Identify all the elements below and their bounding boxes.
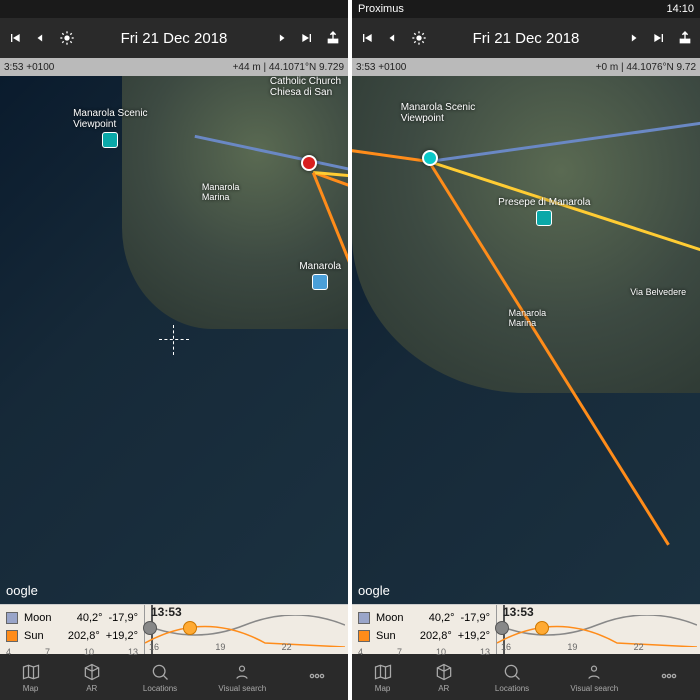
timeline[interactable]: 13:53 161922 <box>497 605 700 654</box>
date-label[interactable]: Fri 21 Dec 2018 <box>84 30 264 47</box>
bottom-nav: Map AR Locations Visual search <box>0 654 348 700</box>
coords: +44 m | 44.1071°N 9.729 <box>233 62 344 73</box>
map-view[interactable]: Manarola Scenic Viewpoint Presepe di Man… <box>352 76 700 604</box>
poi-viewpoint[interactable]: Manarola Scenic Viewpoint <box>73 108 147 148</box>
left-screenshot: Fri 21 Dec 2018 3:53 +0100 +44 m | 44.10… <box>0 0 348 700</box>
nav-more[interactable] <box>307 666 327 688</box>
timeline-axis: 161922 <box>497 642 700 652</box>
status-bar <box>0 0 348 18</box>
legend: Moon 40,2° -17,9° Sun 202,8° +19,2° 4710… <box>352 605 497 654</box>
skip-prev-button[interactable] <box>358 29 376 47</box>
nav-ar[interactable]: AR <box>82 662 102 693</box>
crosshair-icon <box>159 325 189 355</box>
poi-marina[interactable]: Manarola Marina <box>202 182 240 202</box>
sun-dot-icon <box>535 621 549 635</box>
ephemeris-panel: Moon 40,2° -17,9° Sun 202,8° +19,2° 4710… <box>352 604 700 654</box>
coord-bar: 3:53 +0100 +0 m | 44.1076°N 9.72 <box>352 58 700 76</box>
date-nav-bar: Fri 21 Dec 2018 <box>0 18 348 58</box>
nav-visual-search[interactable]: Visual search <box>570 662 618 693</box>
prev-button[interactable] <box>32 29 50 47</box>
timeline[interactable]: 13:53 161922 <box>145 605 348 654</box>
next-button[interactable] <box>624 29 642 47</box>
legend-moon: Moon 40,2° -17,9° <box>6 609 138 627</box>
poi-viewpoint[interactable]: Manarola Scenic Viewpoint <box>401 102 475 124</box>
clock-label: 14:10 <box>666 3 694 15</box>
nav-locations[interactable]: Locations <box>143 662 177 693</box>
moon-dot-icon <box>495 621 509 635</box>
nav-locations[interactable]: Locations <box>495 662 529 693</box>
nav-map[interactable]: Map <box>21 662 41 693</box>
date-label[interactable]: Fri 21 Dec 2018 <box>436 30 616 47</box>
nav-map[interactable]: Map <box>373 662 393 693</box>
time-tz: 3:53 +0100 <box>356 62 406 73</box>
poi-station[interactable]: Manarola <box>299 261 341 290</box>
bottom-nav: Map AR Locations Visual search <box>352 654 700 700</box>
poi-via[interactable]: Via Belvedere <box>630 287 686 297</box>
share-icon[interactable] <box>324 29 342 47</box>
map-view[interactable]: Manarola Scenic Viewpoint Catholic Churc… <box>0 76 348 604</box>
status-bar: Proximus 14:10 <box>352 0 700 18</box>
skip-next-button[interactable] <box>298 29 316 47</box>
timeline-axis: 161922 <box>145 642 348 652</box>
map-pin-teal[interactable] <box>422 150 438 166</box>
poi-presepe[interactable]: Presepe di Manarola <box>498 197 590 226</box>
poi-church[interactable]: Catholic Church Chiesa di San <box>270 76 341 98</box>
sun-icon <box>410 29 428 47</box>
moon-dot-icon <box>143 621 157 635</box>
sun-icon <box>58 29 76 47</box>
skip-prev-button[interactable] <box>6 29 24 47</box>
poi-marina[interactable]: Manarola Marina <box>509 308 547 328</box>
right-screenshot: Proximus 14:10 Fri 21 Dec 2018 3:53 +010… <box>352 0 700 700</box>
share-icon[interactable] <box>676 29 694 47</box>
skip-next-button[interactable] <box>650 29 668 47</box>
coord-bar: 3:53 +0100 +44 m | 44.1071°N 9.729 <box>0 58 348 76</box>
map-pin-red[interactable] <box>301 155 317 171</box>
coords: +0 m | 44.1076°N 9.72 <box>596 62 696 73</box>
google-logo: oogle <box>358 583 390 598</box>
carrier-label: Proximus <box>358 3 404 15</box>
sun-dot-icon <box>183 621 197 635</box>
time-tz: 3:53 +0100 <box>4 62 54 73</box>
nav-ar[interactable]: AR <box>434 662 454 693</box>
prev-button[interactable] <box>384 29 402 47</box>
google-logo: oogle <box>6 583 38 598</box>
date-nav-bar: Fri 21 Dec 2018 <box>352 18 700 58</box>
next-button[interactable] <box>272 29 290 47</box>
nav-visual-search[interactable]: Visual search <box>218 662 266 693</box>
legend-sun: Sun 202,8° +19,2° <box>358 627 490 645</box>
legend: Moon 40,2° -17,9° Sun 202,8° +19,2° 4710… <box>0 605 145 654</box>
ephemeris-panel: Moon 40,2° -17,9° Sun 202,8° +19,2° 4710… <box>0 604 348 654</box>
nav-more[interactable] <box>659 666 679 688</box>
legend-sun: Sun 202,8° +19,2° <box>6 627 138 645</box>
legend-moon: Moon 40,2° -17,9° <box>358 609 490 627</box>
